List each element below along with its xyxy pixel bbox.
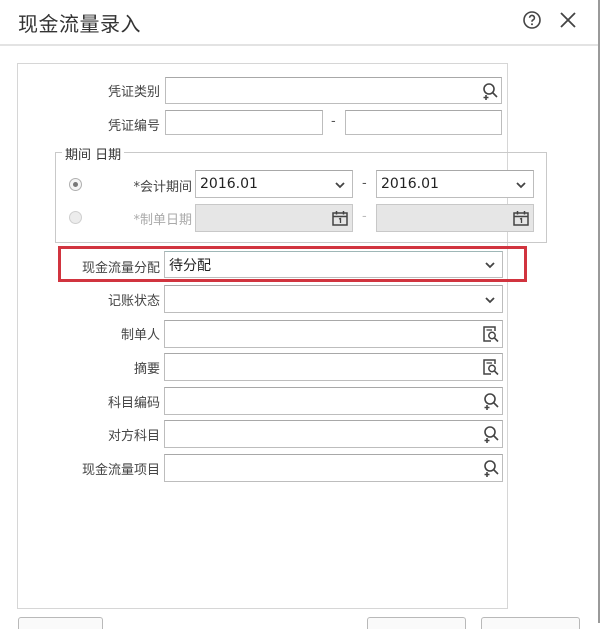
preparer-label: 制单人 bbox=[120, 328, 160, 343]
search-add-icon[interactable] bbox=[482, 425, 500, 443]
search-add-icon[interactable] bbox=[482, 459, 500, 477]
period-date-legend: 期间 日期 bbox=[62, 144, 125, 163]
accounting-period-to-select[interactable]: 2016.01 bbox=[376, 170, 534, 198]
summary-input[interactable] bbox=[164, 353, 503, 381]
title-bar: 现金流量录入 bbox=[0, 0, 598, 46]
chevron-down-icon bbox=[485, 262, 495, 269]
chevron-down-icon bbox=[516, 182, 526, 189]
accounting-period-to-value: 2016.01 bbox=[381, 176, 439, 192]
cashflow-entry-dialog: 现金流量录入 凭证类别 凭证编号 - 期间 日期 *会计期间 2016.01 -… bbox=[0, 0, 600, 629]
voucher-number-label: 凭证编号 bbox=[107, 119, 160, 134]
lookup-list-icon[interactable] bbox=[482, 358, 500, 376]
voucher-date-radio[interactable] bbox=[69, 211, 82, 224]
account-code-label: 科目编码 bbox=[107, 396, 160, 411]
calendar-icon[interactable] bbox=[512, 209, 530, 227]
accounting-period-from-value: 2016.01 bbox=[200, 176, 258, 192]
calendar-icon[interactable] bbox=[331, 209, 349, 227]
voucher-number-from-input[interactable] bbox=[165, 110, 323, 135]
search-add-icon[interactable] bbox=[481, 82, 499, 100]
footer-left-button[interactable] bbox=[18, 617, 103, 629]
voucher-date-to-input[interactable] bbox=[376, 204, 534, 232]
counter-account-input[interactable] bbox=[164, 420, 503, 448]
chevron-down-icon bbox=[485, 297, 495, 304]
voucher-type-input[interactable] bbox=[165, 77, 502, 104]
voucher-date-label: *制单日期 bbox=[133, 213, 192, 228]
help-circle-icon[interactable] bbox=[522, 10, 542, 30]
accounting-period-from-select[interactable]: 2016.01 bbox=[195, 170, 353, 198]
accounting-period-separator: - bbox=[362, 176, 367, 191]
summary-label: 摘要 bbox=[133, 362, 160, 377]
preparer-input[interactable] bbox=[164, 320, 503, 348]
voucher-date-from-input[interactable] bbox=[195, 204, 353, 232]
close-icon[interactable] bbox=[558, 10, 578, 30]
accounting-period-label: *会计期间 bbox=[133, 180, 192, 195]
posting-status-label: 记账状态 bbox=[107, 294, 160, 309]
lookup-list-icon[interactable] bbox=[482, 325, 500, 343]
footer-button-2[interactable] bbox=[481, 617, 580, 629]
cashflow-allocation-select[interactable]: 待分配 bbox=[164, 251, 503, 278]
footer-button-1[interactable] bbox=[367, 617, 466, 629]
search-add-icon[interactable] bbox=[482, 392, 500, 410]
account-code-input[interactable] bbox=[164, 387, 503, 415]
cashflow-allocation-value: 待分配 bbox=[169, 258, 211, 274]
cashflow-allocation-label: 现金流量分配 bbox=[81, 261, 160, 276]
cashflow-item-label: 现金流量项目 bbox=[81, 463, 160, 478]
voucher-number-to-input[interactable] bbox=[345, 110, 502, 135]
counter-account-label: 对方科目 bbox=[107, 429, 160, 444]
voucher-date-separator: - bbox=[362, 209, 367, 224]
dialog-title: 现金流量录入 bbox=[18, 12, 141, 36]
voucher-type-label: 凭证类别 bbox=[107, 85, 160, 100]
chevron-down-icon bbox=[335, 182, 345, 189]
posting-status-select[interactable] bbox=[164, 285, 503, 313]
accounting-period-radio[interactable] bbox=[69, 178, 82, 191]
voucher-number-separator: - bbox=[331, 114, 336, 129]
cashflow-item-input[interactable] bbox=[164, 454, 503, 482]
